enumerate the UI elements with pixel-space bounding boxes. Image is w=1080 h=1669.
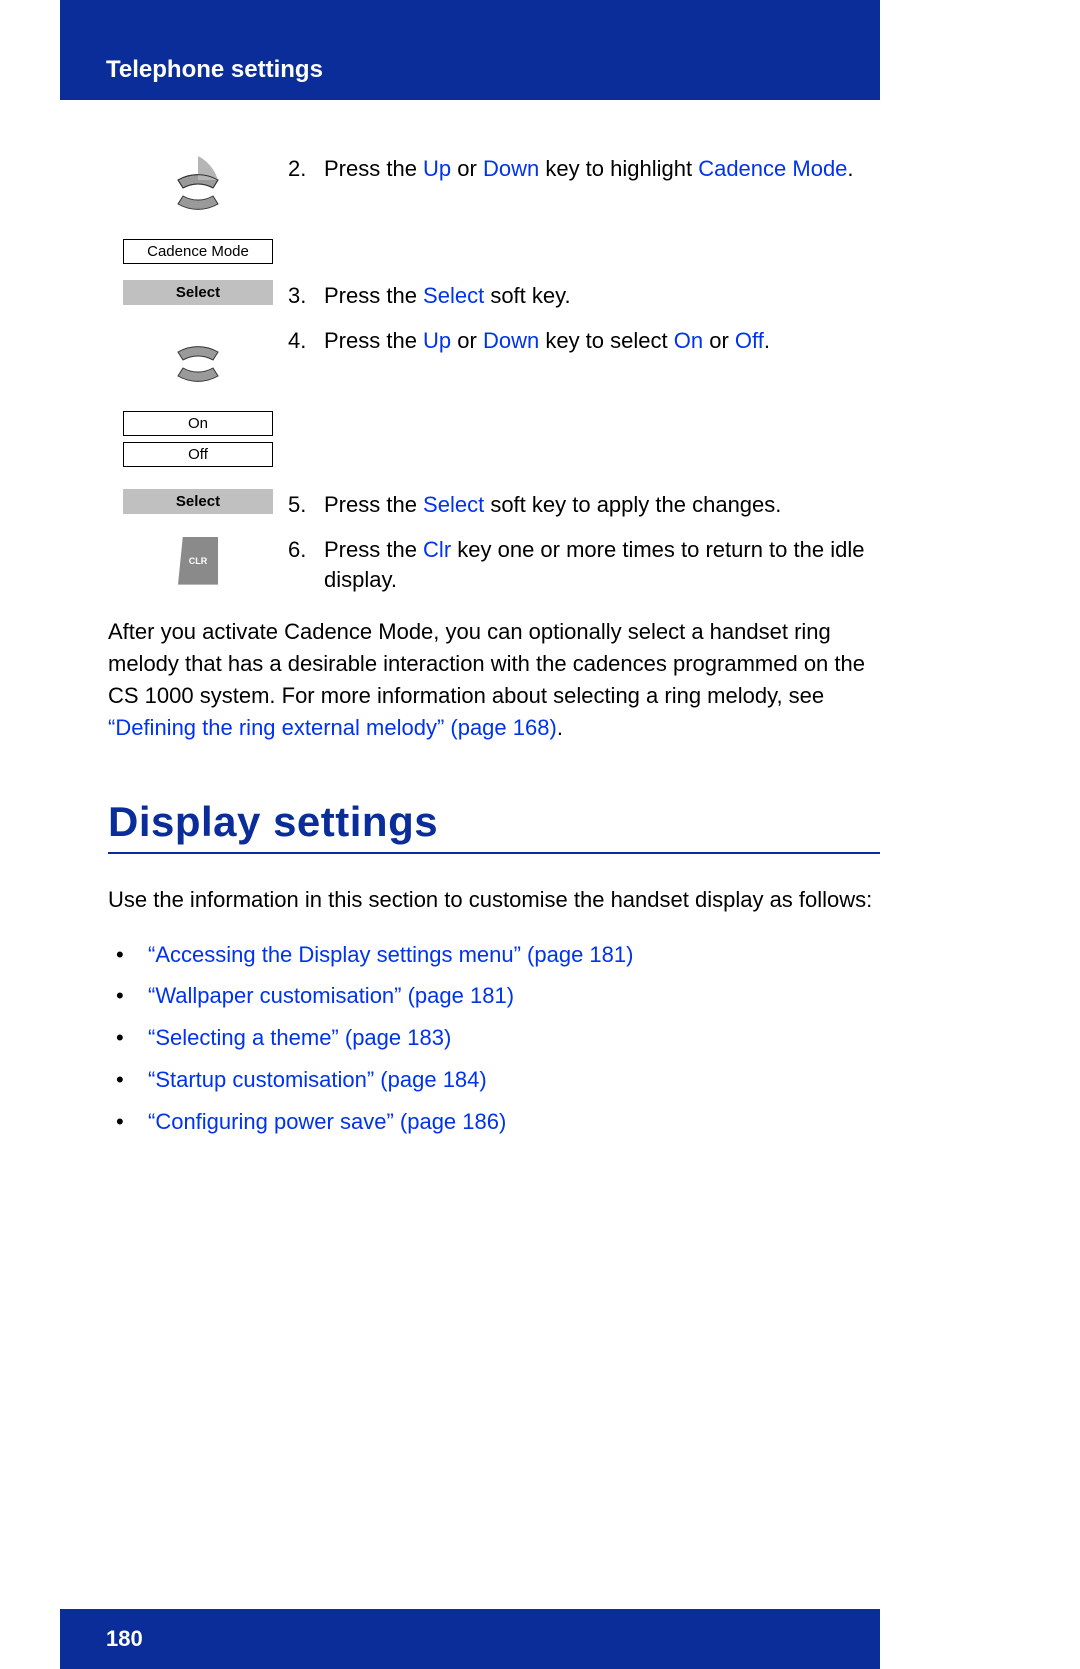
updown-rocker-icon — [168, 150, 228, 230]
theme-link[interactable]: “Selecting a theme” (page 183) — [148, 1025, 451, 1050]
step-4-text: 4. Press the Up or Down key to select On… — [288, 322, 880, 357]
step-2-text: 2. Press the Up or Down key to highlight… — [288, 150, 880, 185]
ring-melody-link[interactable]: “Defining the ring external melody” (pag… — [108, 715, 557, 740]
wallpaper-link[interactable]: “Wallpaper customisation” (page 181) — [148, 983, 514, 1008]
footer-bar: 180 — [60, 1609, 880, 1669]
header-bar: Telephone settings — [60, 0, 880, 100]
clr-key-label-text: Clr — [423, 537, 451, 562]
step-2-num: 2. — [288, 154, 324, 185]
up-key-label-2: Up — [423, 328, 451, 353]
step-6-row: CLR 6. Press the Clr key one or more tim… — [108, 531, 880, 597]
select-softkey-box-1: Select — [123, 280, 273, 305]
step-4-num: 4. — [288, 326, 324, 357]
list-item: “Selecting a theme” (page 183) — [108, 1017, 880, 1059]
step-3-icon-col: Select — [108, 277, 288, 308]
select-softkey-box-2: Select — [123, 489, 273, 514]
clr-key-icon: CLR — [178, 537, 218, 585]
step-6-body: Press the Clr key one or more times to r… — [324, 535, 880, 597]
up-key-label: Up — [423, 156, 451, 181]
step-5-icon-col: Select — [108, 486, 288, 517]
step-4-row: On Off 4. Press the Up or Down key to se… — [108, 322, 880, 470]
step-5-text: 5. Press the Select soft key to apply th… — [288, 486, 880, 521]
list-item: “Configuring power save” (page 186) — [108, 1101, 880, 1143]
cadence-mode-label: Cadence Mode — [698, 156, 847, 181]
step-6-num: 6. — [288, 535, 324, 597]
on-label: On — [674, 328, 703, 353]
display-settings-heading: Display settings — [108, 798, 880, 854]
powersave-link[interactable]: “Configuring power save” (page 186) — [148, 1109, 506, 1134]
display-settings-intro: Use the information in this section to c… — [108, 884, 880, 916]
accessing-display-link[interactable]: “Accessing the Display settings menu” (p… — [148, 942, 633, 967]
step-3-text: 3. Press the Select soft key. — [288, 277, 880, 312]
down-key-label-2: Down — [483, 328, 539, 353]
step-5-row: Select 5. Press the Select soft key to a… — [108, 486, 880, 521]
step-2-row: Cadence Mode 2. Press the Up or Down key… — [108, 150, 880, 267]
header-title: Telephone settings — [106, 56, 323, 84]
list-item: “Startup customisation” (page 184) — [108, 1059, 880, 1101]
cadence-paragraph: After you activate Cadence Mode, you can… — [108, 616, 880, 744]
step-4-icon-col: On Off — [108, 322, 288, 470]
step-2-body: Press the Up or Down key to highlight Ca… — [324, 154, 880, 185]
startup-link[interactable]: “Startup customisation” (page 184) — [148, 1067, 487, 1092]
step-5-num: 5. — [288, 490, 324, 521]
updown-rocker-icon-2 — [168, 322, 228, 402]
page-number: 180 — [106, 1626, 143, 1652]
list-item: “Accessing the Display settings menu” (p… — [108, 934, 880, 976]
select-key-label-1: Select — [423, 283, 484, 308]
step-6-text: 6. Press the Clr key one or more times t… — [288, 531, 880, 597]
content-area: Cadence Mode 2. Press the Up or Down key… — [108, 150, 880, 1143]
off-option-box: Off — [123, 442, 273, 467]
on-option-box: On — [123, 411, 273, 436]
display-settings-bullets: “Accessing the Display settings menu” (p… — [108, 934, 880, 1143]
step-6-icon-col: CLR — [108, 531, 288, 591]
clr-key-label: CLR — [189, 556, 208, 566]
step-3-num: 3. — [288, 281, 324, 312]
step-2-icon-col: Cadence Mode — [108, 150, 288, 267]
step-5-body: Press the Select soft key to apply the c… — [324, 490, 880, 521]
step-3-body: Press the Select soft key. — [324, 281, 880, 312]
step-4-body: Press the Up or Down key to select On or… — [324, 326, 880, 357]
cadence-mode-box: Cadence Mode — [123, 239, 273, 264]
off-label: Off — [735, 328, 764, 353]
step-3-row: Select 3. Press the Select soft key. — [108, 277, 880, 312]
down-key-label: Down — [483, 156, 539, 181]
select-key-label-2: Select — [423, 492, 484, 517]
list-item: “Wallpaper customisation” (page 181) — [108, 975, 880, 1017]
